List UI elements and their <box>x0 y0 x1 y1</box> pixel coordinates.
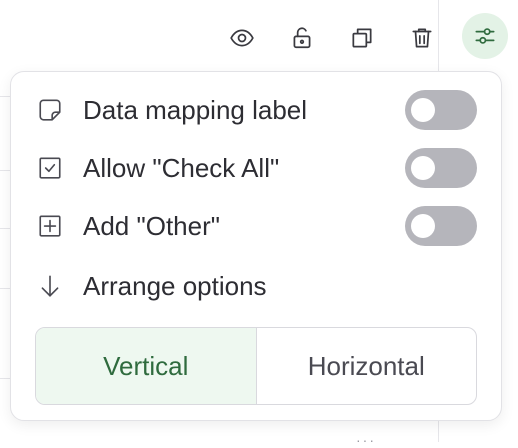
checkbox-icon <box>39 157 61 179</box>
eye-icon <box>230 29 254 46</box>
duplicate-icon <box>352 27 372 48</box>
arrow-down-icon <box>41 275 59 297</box>
setting-row-data-mapping: Data mapping label <box>37 90 477 130</box>
settings-button[interactable] <box>462 13 508 59</box>
background-row-line <box>0 288 10 289</box>
toggle-knob <box>411 156 435 180</box>
setting-row-check-all: Allow "Check All" <box>37 148 477 188</box>
toggle-knob <box>411 98 435 122</box>
sticky-note-icon <box>39 99 61 121</box>
add-other-toggle[interactable] <box>405 206 477 246</box>
delete-button[interactable] <box>402 18 442 58</box>
settings-popover: Data mapping label Allow "Check All" Add… <box>10 71 502 421</box>
settings-sliders-icon <box>475 28 495 44</box>
background-row-line <box>0 378 10 379</box>
element-toolbar <box>222 13 508 59</box>
preview-button[interactable] <box>222 18 262 58</box>
setting-row-add-other: Add "Other" <box>37 206 477 246</box>
background-row-line <box>0 96 10 97</box>
plus-square-icon <box>39 215 61 237</box>
arrange-vertical-option[interactable]: Vertical <box>36 328 257 404</box>
background-row-line <box>0 170 10 171</box>
duplicate-button[interactable] <box>342 18 382 58</box>
setting-label: Allow "Check All" <box>83 152 280 183</box>
lock-open-icon <box>293 26 311 48</box>
data-mapping-toggle[interactable] <box>405 90 477 130</box>
trash-icon <box>412 27 432 48</box>
setting-label: Add "Other" <box>83 210 220 241</box>
background-dots: ··· <box>356 432 376 448</box>
setting-label: Data mapping label <box>83 94 308 125</box>
arrange-options-row: Arrange options <box>37 266 477 306</box>
arrange-segmented-control: Vertical Horizontal <box>35 327 477 405</box>
arrange-options-label: Arrange options <box>83 270 267 301</box>
background-row-line <box>0 228 10 229</box>
arrange-horizontal-option[interactable]: Horizontal <box>257 328 477 404</box>
check-all-toggle[interactable] <box>405 148 477 188</box>
toggle-knob <box>411 214 435 238</box>
unlock-button[interactable] <box>282 18 322 58</box>
